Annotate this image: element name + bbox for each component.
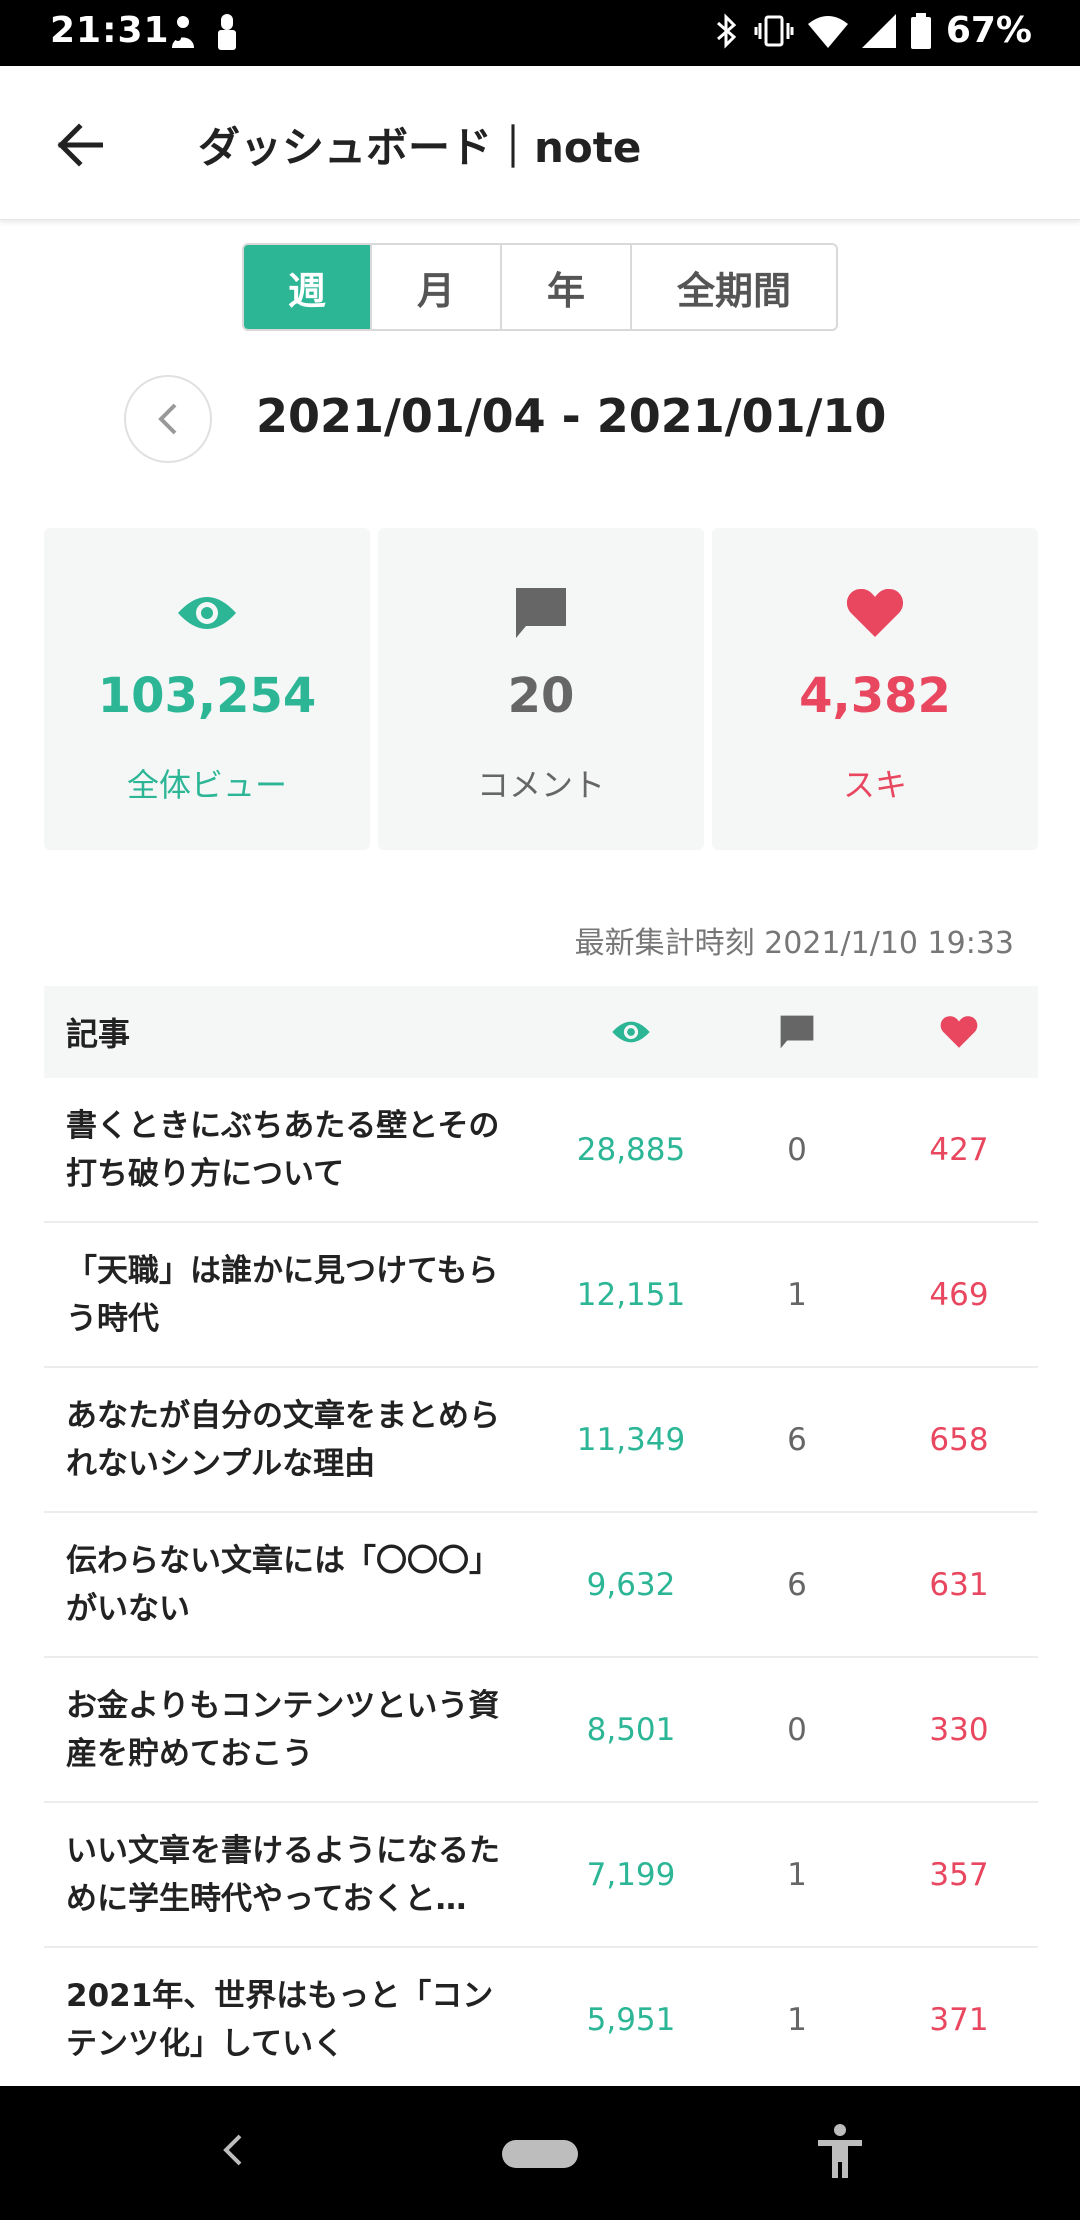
arrow-left-icon	[57, 123, 103, 167]
tab-year[interactable]: 年	[502, 245, 632, 329]
article-views: 12,151	[576, 1276, 686, 1313]
notification-app-icon	[172, 16, 194, 48]
accessibility-button[interactable]	[816, 2124, 864, 2184]
date-range: 2021/01/04 - 2021/01/10	[256, 389, 887, 443]
chevron-left-icon	[223, 2134, 242, 2166]
signal-icon	[861, 13, 896, 48]
article-likes: 371	[929, 2001, 989, 2038]
total-views-label: 全体ビュー	[126, 766, 287, 804]
table-row[interactable]: いい文章を書けるようになるために学生時代やっておくと… 7,199 1 357	[44, 1803, 1038, 1948]
article-comments: 6	[787, 1421, 807, 1458]
period-tabs: 週 月 年 全期間	[242, 243, 838, 331]
article-comments: 1	[787, 1856, 807, 1893]
eye-icon	[178, 597, 236, 629]
article-views: 28,885	[576, 1131, 686, 1168]
status-bar: 21:31 67%	[0, 0, 1080, 66]
eye-icon	[612, 1021, 650, 1043]
article-views: 5,951	[586, 2001, 676, 2038]
table-row[interactable]: 2021年、世界はもっと「コンテンツ化」していく 5,951 1 371	[44, 1948, 1038, 2093]
total-likes-value: 4,382	[799, 668, 951, 724]
accessibility-icon	[818, 2124, 862, 2178]
battery-icon	[910, 12, 931, 49]
status-notification-icons	[168, 14, 238, 50]
comment-icon	[516, 588, 566, 638]
status-time: 21:31	[50, 10, 170, 51]
article-likes: 357	[929, 1856, 989, 1893]
article-title[interactable]: 伝わらない文章には「〇〇〇」がいない	[44, 1537, 548, 1633]
tab-week[interactable]: 週	[244, 245, 372, 329]
tab-month[interactable]: 月	[372, 245, 502, 329]
tab-all-time[interactable]: 全期間	[632, 245, 836, 329]
comments-card: 20 コメント	[378, 528, 704, 850]
article-comments: 1	[787, 1276, 807, 1313]
article-likes: 330	[929, 1711, 989, 1748]
heart-icon	[846, 588, 904, 637]
total-likes-label: スキ	[842, 766, 907, 804]
article-comments: 1	[787, 2001, 807, 2038]
article-likes: 469	[929, 1276, 989, 1313]
article-title[interactable]: 「天職」は誰かに見つけてもらう時代	[44, 1247, 548, 1343]
article-views: 11,349	[576, 1421, 686, 1458]
back-button[interactable]	[44, 110, 114, 180]
battery-percentage: 67%	[945, 10, 1032, 51]
article-views: 8,501	[586, 1711, 676, 1748]
status-system-icons: 67%	[714, 10, 1032, 51]
article-title[interactable]: いい文章を書けるようになるために学生時代やっておくと…	[44, 1827, 548, 1923]
system-nav-bar	[0, 2086, 1080, 2220]
likes-card: 4,382 スキ	[712, 528, 1038, 850]
views-card: 103,254 全体ビュー	[44, 528, 370, 850]
article-likes: 658	[929, 1421, 989, 1458]
page-title: ダッシュボード｜note	[198, 123, 642, 172]
article-title[interactable]: 書くときにぶちあたる壁とその打ち破り方について	[44, 1102, 548, 1198]
app-bar: ダッシュボード｜note	[0, 66, 1080, 220]
notification-figure-icon	[218, 14, 236, 50]
chevron-left-icon	[158, 403, 177, 435]
article-title[interactable]: お金よりもコンテンツという資産を貯めておこう	[44, 1682, 548, 1778]
articles-table: 記事 書くときにぶちあたる壁とその打ち破り方について 28,885 0 427 …	[44, 986, 1038, 2093]
article-comments: 0	[787, 1711, 807, 1748]
table-row[interactable]: あなたが自分の文章をまとめられないシンプルな理由 11,349 6 658	[44, 1368, 1038, 1513]
heart-icon	[940, 1016, 978, 1048]
article-comments: 6	[787, 1566, 807, 1603]
vibrate-icon	[754, 15, 794, 46]
article-comments: 0	[787, 1131, 807, 1168]
table-row[interactable]: 「天職」は誰かに見つけてもらう時代 12,151 1 469	[44, 1223, 1038, 1368]
previous-period-button[interactable]	[124, 375, 212, 463]
table-row[interactable]: 伝わらない文章には「〇〇〇」がいない 9,632 6 631	[44, 1513, 1038, 1658]
table-row[interactable]: 書くときにぶちあたる壁とその打ち破り方について 28,885 0 427	[44, 1078, 1038, 1223]
article-title[interactable]: あなたが自分の文章をまとめられないシンプルな理由	[44, 1392, 548, 1488]
article-likes: 427	[929, 1131, 989, 1168]
comment-icon	[780, 1015, 814, 1049]
system-home-button[interactable]	[502, 2140, 578, 2168]
table-row[interactable]: お金よりもコンテンツという資産を貯めておこう 8,501 0 330	[44, 1658, 1038, 1803]
article-views: 7,199	[586, 1856, 676, 1893]
article-title[interactable]: 2021年、世界はもっと「コンテンツ化」していく	[44, 1972, 548, 2068]
table-header: 記事	[44, 986, 1038, 1078]
last-updated-text: 最新集計時刻 2021/1/10 19:33	[574, 926, 1014, 961]
wifi-icon	[807, 15, 848, 48]
system-back-button[interactable]	[222, 2132, 244, 2172]
total-comments-label: コメント	[476, 766, 605, 804]
column-header-article: 記事	[66, 1015, 131, 1053]
bluetooth-icon	[716, 12, 737, 49]
total-comments-value: 20	[507, 668, 575, 724]
article-views: 9,632	[586, 1566, 676, 1603]
total-views-value: 103,254	[97, 668, 317, 724]
article-likes: 631	[929, 1566, 989, 1603]
